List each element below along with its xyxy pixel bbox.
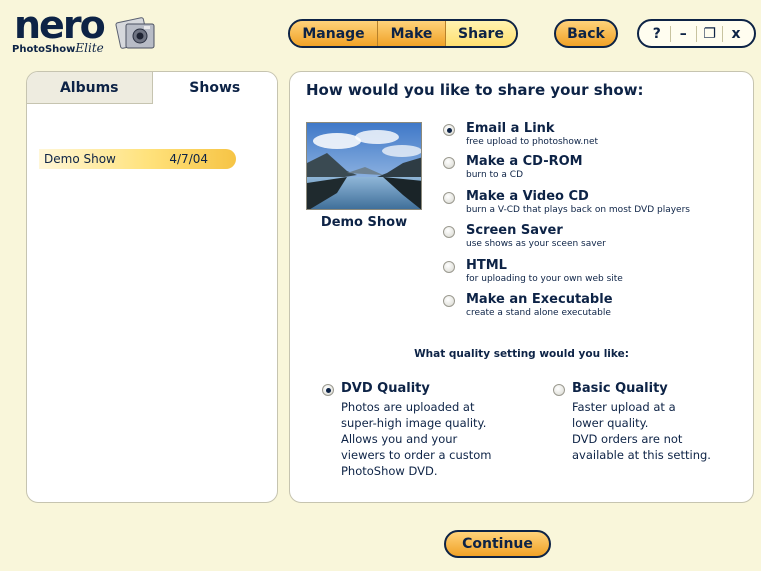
window-controls: ? – ❐ x: [637, 19, 756, 48]
option-description: create a stand alone executable: [466, 308, 611, 318]
option-label: Screen Saver: [466, 223, 563, 238]
option-description: burn to a CD: [466, 170, 524, 180]
divider: [695, 25, 697, 42]
option-description: use shows as your sceen saver: [466, 239, 606, 249]
quality-description-line: super-high image quality.: [341, 416, 487, 430]
tab-albums[interactable]: Albums: [27, 72, 153, 104]
quality-description-line: Photos are uploaded at: [341, 400, 475, 414]
nero-photoshow-logo: nero PhotoShowElite: [10, 3, 160, 55]
share-options-panel: How would you like to share your show: D…: [289, 71, 754, 503]
radio-button[interactable]: [553, 384, 565, 396]
show-date: 4/7/04: [169, 152, 208, 166]
quality-description: Faster upload at a lower quality. DVD or…: [572, 399, 711, 463]
option-label: Email a Link: [466, 121, 555, 136]
radio-button[interactable]: [322, 384, 334, 396]
radio-button[interactable]: [443, 192, 455, 204]
divider: [722, 25, 724, 42]
main-nav: Manage Make Share: [288, 19, 518, 48]
quality-question: What quality setting would you like:: [414, 348, 629, 360]
option-label: HTML: [466, 258, 507, 273]
logo-product-name: PhotoShow: [12, 44, 76, 55]
nav-manage-button[interactable]: Manage: [290, 21, 378, 46]
camera-film-icon: [114, 12, 158, 52]
quality-option-dvd[interactable]: DVD Quality Photos are uploaded at super…: [322, 381, 522, 491]
albums-shows-panel: Albums Shows Demo Show 4/7/04: [26, 71, 278, 503]
option-label: Make an Executable: [466, 292, 613, 307]
thumbnail-caption: Demo Show: [320, 215, 408, 230]
back-button[interactable]: Back: [554, 19, 618, 48]
quality-description-line: viewers to order a custom: [341, 448, 492, 462]
option-label: Make a CD-ROM: [466, 154, 583, 169]
show-name: Demo Show: [44, 152, 116, 166]
radio-button[interactable]: [443, 124, 455, 136]
quality-option-basic[interactable]: Basic Quality Faster upload at a lower q…: [553, 381, 743, 471]
option-description: for uploading to your own web site: [466, 274, 623, 284]
logo-edition: Elite: [75, 41, 104, 55]
nav-make-button[interactable]: Make: [378, 21, 446, 46]
option-label: Make a Video CD: [466, 189, 589, 204]
divider: [669, 25, 671, 42]
option-description: free upload to photoshow.net: [466, 137, 599, 147]
minimize-button[interactable]: –: [672, 26, 694, 42]
quality-description-line: lower quality.: [572, 416, 649, 430]
list-item-show[interactable]: Demo Show 4/7/04: [39, 149, 236, 169]
logo-product: PhotoShowElite: [12, 41, 104, 55]
tab-shows[interactable]: Shows: [152, 72, 277, 104]
continue-button[interactable]: Continue: [444, 530, 551, 558]
nav-share-button[interactable]: Share: [446, 21, 516, 46]
close-button[interactable]: x: [725, 26, 747, 42]
show-thumbnail-image: [306, 122, 422, 210]
quality-description-line: Allows you and your: [341, 432, 458, 446]
radio-button[interactable]: [443, 226, 455, 238]
radio-button[interactable]: [443, 157, 455, 169]
page-title: How would you like to share your show:: [306, 81, 644, 99]
quality-description: Photos are uploaded at super-high image …: [341, 399, 492, 479]
help-button[interactable]: ?: [646, 26, 668, 42]
quality-description-line: available at this setting.: [572, 448, 711, 462]
option-description: burn a V-CD that plays back on most DVD …: [466, 205, 690, 215]
logo-brand: nero: [14, 3, 106, 47]
panel-tabs: Albums Shows: [27, 72, 277, 104]
quality-description-line: Faster upload at a: [572, 400, 676, 414]
quality-description-line: DVD orders are not: [572, 432, 683, 446]
quality-label: DVD Quality: [341, 381, 430, 396]
quality-description-line: PhotoShow DVD.: [341, 464, 438, 478]
radio-button[interactable]: [443, 261, 455, 273]
restore-button[interactable]: ❐: [699, 26, 721, 42]
quality-label: Basic Quality: [572, 381, 668, 396]
radio-button[interactable]: [443, 295, 455, 307]
